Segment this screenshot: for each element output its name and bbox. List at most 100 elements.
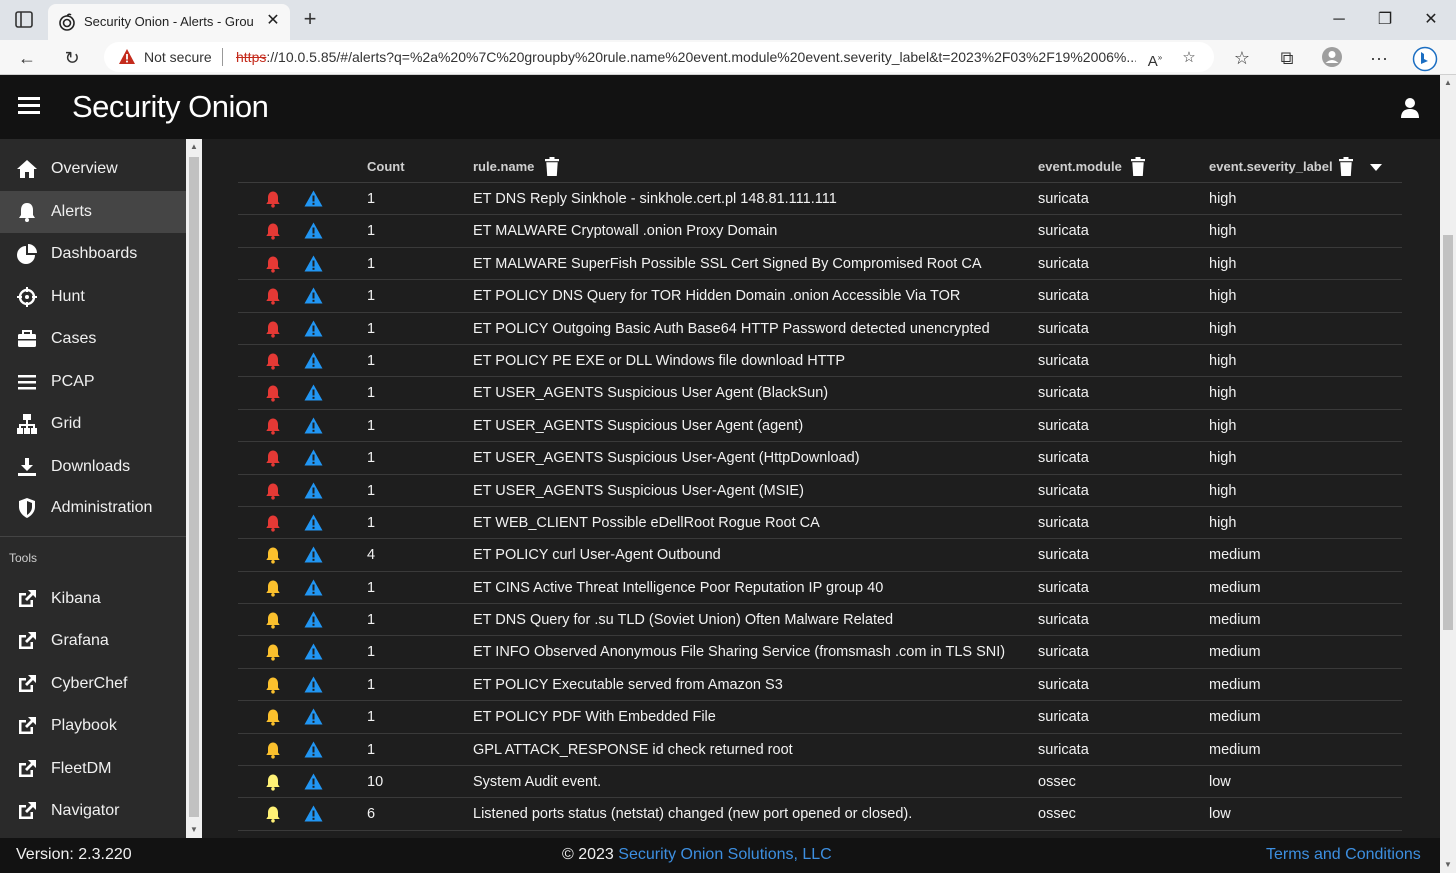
table-row[interactable]: 1 ET POLICY DNS Query for TOR Hidden Doma… (238, 280, 1402, 313)
rule-name-cell[interactable]: Listened ports status (netstat) changed … (473, 806, 912, 822)
scroll-down-icon[interactable]: ▼ (1440, 857, 1456, 873)
event-module-cell[interactable]: suricata (1038, 256, 1089, 272)
table-row[interactable]: 1 ET POLICY Executable served from Amazon… (238, 669, 1402, 702)
table-row[interactable]: 1 ET USER_AGENTS Suspicious User-Agent (H… (238, 442, 1402, 475)
severity-cell[interactable]: high (1209, 418, 1236, 434)
escalate-icon[interactable] (304, 805, 323, 822)
event-module-cell[interactable]: suricata (1038, 385, 1089, 401)
profile-icon[interactable] (1319, 46, 1345, 70)
severity-cell[interactable]: medium (1209, 580, 1261, 596)
rule-name-column-header[interactable]: rule.name (473, 159, 534, 174)
severity-bell-icon[interactable] (264, 643, 282, 662)
event-module-cell[interactable]: suricata (1038, 644, 1089, 660)
count-cell[interactable]: 10 (367, 774, 383, 790)
severity-cell[interactable]: high (1209, 450, 1236, 466)
rule-name-cell[interactable]: ET USER_AGENTS Suspicious User Agent (Bl… (473, 385, 828, 401)
count-cell[interactable]: 1 (367, 321, 375, 337)
sidebar-item-administration[interactable]: Administration (0, 487, 186, 529)
sidebar-tool-playbook[interactable]: Playbook (0, 705, 186, 747)
sort-descending-icon[interactable] (1370, 164, 1382, 171)
table-row[interactable]: 1 ET WEB_CLIENT Possible eDellRoot Rogue … (238, 507, 1402, 540)
escalate-icon[interactable] (304, 708, 323, 725)
rule-name-cell[interactable]: ET DNS Reply Sinkhole - sinkhole.cert.pl… (473, 191, 837, 207)
count-cell[interactable]: 1 (367, 709, 375, 725)
severity-cell[interactable]: high (1209, 483, 1236, 499)
collections-icon[interactable]: ⧉ (1274, 46, 1300, 70)
severity-bell-icon[interactable] (264, 805, 282, 824)
rule-name-cell[interactable]: ET MALWARE SuperFish Possible SSL Cert S… (473, 256, 982, 272)
table-row[interactable]: 1 ET INFO Observed Anonymous File Sharing… (238, 636, 1402, 669)
rule-name-cell[interactable]: ET DNS Query for .su TLD (Soviet Union) … (473, 612, 893, 628)
read-aloud-icon[interactable]: A» (1144, 47, 1166, 70)
severity-bell-icon[interactable] (264, 384, 282, 402)
terms-link[interactable]: Terms and Conditions (1266, 846, 1421, 864)
event-module-cell[interactable]: suricata (1038, 709, 1089, 725)
scroll-up-icon[interactable]: ▲ (186, 139, 202, 155)
event-module-cell[interactable]: suricata (1038, 742, 1089, 758)
count-cell[interactable]: 1 (367, 353, 375, 369)
rule-name-cell[interactable]: ET POLICY DNS Query for TOR Hidden Domai… (473, 288, 960, 304)
escalate-icon[interactable] (304, 579, 323, 596)
table-row[interactable]: 1 ET CINS Active Threat Intelligence Poor… (238, 572, 1402, 605)
maximize-icon[interactable]: ❐ (1370, 8, 1400, 32)
event-module-cell[interactable]: suricata (1038, 223, 1089, 239)
rule-name-cell[interactable]: ET POLICY PDF With Embedded File (473, 709, 716, 725)
rule-name-cell[interactable]: ET POLICY Executable served from Amazon … (473, 677, 783, 693)
event-module-cell[interactable]: suricata (1038, 547, 1089, 563)
user-account-icon[interactable] (1398, 96, 1422, 120)
event-module-cell[interactable]: suricata (1038, 515, 1089, 531)
sidebar-tool-kibana[interactable]: Kibana (0, 578, 186, 620)
escalate-icon[interactable] (304, 320, 323, 337)
sidebar-scroll-thumb[interactable] (189, 157, 199, 817)
favorites-icon[interactable]: ☆ (1229, 46, 1255, 70)
severity-cell[interactable]: high (1209, 191, 1236, 207)
refresh-icon[interactable]: ↻ (59, 46, 85, 70)
severity-cell[interactable]: medium (1209, 644, 1261, 660)
table-row[interactable]: 1 ET DNS Reply Sinkhole - sinkhole.cert.p… (238, 183, 1402, 216)
rule-name-cell[interactable]: ET POLICY curl User-Agent Outbound (473, 547, 721, 563)
sidebar-item-hunt[interactable]: Hunt (0, 276, 186, 318)
rule-name-cell[interactable]: ET CINS Active Threat Intelligence Poor … (473, 580, 883, 596)
escalate-icon[interactable] (304, 546, 323, 563)
count-cell[interactable]: 1 (367, 483, 375, 499)
count-cell[interactable]: 1 (367, 742, 375, 758)
table-row[interactable]: 1 GPL ATTACK_RESPONSE id check returned r… (238, 734, 1402, 767)
event-module-cell[interactable]: suricata (1038, 677, 1089, 693)
table-row[interactable]: 10 System Audit event. ossec low (238, 766, 1402, 799)
severity-cell[interactable]: low (1209, 806, 1231, 822)
event-module-cell[interactable]: suricata (1038, 288, 1089, 304)
menu-icon[interactable] (18, 97, 40, 115)
severity-cell[interactable]: low (1209, 774, 1231, 790)
sidebar-tool-fleetdm[interactable]: FleetDM (0, 748, 186, 790)
severity-cell[interactable]: medium (1209, 742, 1261, 758)
scroll-down-icon[interactable]: ▼ (186, 822, 202, 838)
url-input[interactable]: Not secure https://10.0.5.85/#/alerts?q=… (104, 42, 1214, 72)
add-favorite-icon[interactable]: ☆ (1178, 47, 1200, 69)
sidebar-tool-cyberchef[interactable]: CyberChef (0, 663, 186, 705)
count-cell[interactable]: 1 (367, 677, 375, 693)
table-row[interactable]: 4 ET POLICY curl User-Agent Outbound suric… (238, 539, 1402, 572)
severity-cell[interactable]: high (1209, 515, 1236, 531)
company-link[interactable]: Security Onion Solutions, LLC (618, 846, 831, 863)
escalate-icon[interactable] (304, 482, 323, 499)
table-row[interactable]: 1 ET DNS Query for .su TLD (Soviet Union)… (238, 604, 1402, 637)
remove-event-module-group-icon[interactable] (1130, 157, 1146, 176)
table-row[interactable]: 1 ET POLICY Outgoing Basic Auth Base64 HT… (238, 313, 1402, 345)
escalate-icon[interactable] (304, 643, 323, 660)
table-row[interactable]: 1 ET USER_AGENTS Suspicious User Agent (a… (238, 410, 1402, 443)
escalate-icon[interactable] (304, 222, 323, 239)
rule-name-cell[interactable]: ET USER_AGENTS Suspicious User-Agent (MS… (473, 483, 804, 499)
rule-name-cell[interactable]: ET USER_AGENTS Suspicious User Agent (ag… (473, 418, 803, 434)
page-scroll-thumb[interactable] (1443, 235, 1453, 630)
sidebar-item-pcap[interactable]: PCAP (0, 361, 186, 403)
escalate-icon[interactable] (304, 514, 323, 531)
back-icon[interactable]: ← (14, 46, 40, 70)
event-module-cell[interactable]: suricata (1038, 450, 1089, 466)
event-module-cell[interactable]: suricata (1038, 612, 1089, 628)
rule-name-cell[interactable]: ET POLICY Outgoing Basic Auth Base64 HTT… (473, 321, 990, 337)
rule-name-cell[interactable]: ET MALWARE Cryptowall .onion Proxy Domai… (473, 223, 777, 239)
count-cell[interactable]: 1 (367, 418, 375, 434)
sidebar-item-dashboards[interactable]: Dashboards (0, 233, 186, 275)
escalate-icon[interactable] (304, 287, 323, 304)
count-column-header[interactable]: Count (367, 159, 405, 174)
